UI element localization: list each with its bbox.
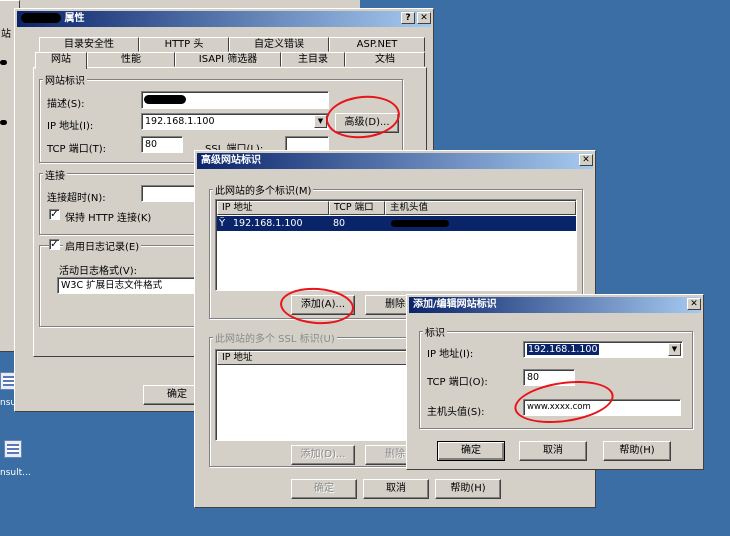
redacted-description (144, 95, 186, 104)
enable-logging-checkbox[interactable]: ✓ (49, 239, 60, 250)
advanced-help-button[interactable]: 帮助(H) (435, 479, 501, 499)
multi-identity-group-label: 此网站的多个标识(M) (213, 182, 314, 197)
ssl-identity-group-label: 此网站的多个 SSL 标识(U) (213, 330, 337, 345)
close-icon[interactable]: ✕ (417, 12, 431, 24)
identity-list[interactable]: IP 地址 TCP 端口 主机头值 Ÿ 192.168.1.100 80 (215, 199, 577, 291)
enable-logging-label: 启用日志记录(E) (63, 238, 142, 253)
column-header-ip[interactable]: IP 地址 (217, 201, 329, 215)
redacted-site-name (21, 13, 61, 23)
network-icon: Ÿ (219, 218, 226, 229)
tab-isapi-filters[interactable]: ISAPI 筛选器 (175, 52, 281, 67)
edit-ip-label: IP 地址(I): (427, 349, 474, 360)
keepalive-label: 保持 HTTP 连接(K) (65, 213, 152, 224)
edit-identification-dialog: 添加/编辑网站标识 ✕ 标识 IP 地址(I): 192.168.1.100 ▼… (406, 294, 704, 470)
table-row[interactable]: Ÿ 192.168.1.100 80 (217, 216, 576, 231)
column-header-host[interactable]: 主机头值 (385, 201, 576, 215)
redacted-host-header (391, 220, 449, 227)
background-window-edge-text: 站 (1, 29, 11, 40)
column-header-port[interactable]: TCP 端口 (329, 201, 385, 215)
edit-tcp-label: TCP 端口(O): (427, 377, 488, 388)
advanced-ok-button[interactable]: 确定 (291, 479, 357, 499)
connection-timeout-label: 连接超时(N): (47, 193, 106, 204)
advanced-dialog-close-icon[interactable]: ✕ (579, 154, 593, 166)
desktop-file-label-2: nsult... (0, 468, 31, 478)
log-format-label: 活动日志格式(V): (59, 266, 138, 277)
row-ip: 192.168.1.100 (233, 218, 303, 229)
edit-dialog-close-icon[interactable]: ✕ (687, 298, 701, 310)
row-port: 80 (333, 218, 346, 229)
log-format-select[interactable]: W3C 扩展日志文件格式 (57, 277, 203, 294)
tab-aspnet[interactable]: ASP.NET (329, 37, 425, 52)
description-label: 描述(S): (47, 99, 85, 110)
help-icon[interactable]: ? (401, 12, 415, 24)
tab-home-directory[interactable]: 主目录 (281, 52, 345, 67)
tab-http-headers[interactable]: HTTP 头 (139, 37, 229, 52)
connection-group-label: 连接 (43, 167, 67, 182)
edit-dialog-title-bar[interactable]: 添加/编辑网站标识 (409, 297, 701, 313)
edit-help-button[interactable]: 帮助(H) (603, 441, 671, 461)
properties-title: 属性 (64, 13, 85, 24)
edit-cancel-button[interactable]: 取消 (519, 441, 587, 461)
ssl-add-button[interactable]: 添加(D)... (291, 445, 355, 465)
edit-ip-chevron-down-icon[interactable]: ▼ (668, 343, 681, 356)
ip-address-value: 192.168.1.100 (145, 116, 215, 127)
tab-website[interactable]: 网站 (35, 52, 87, 69)
keepalive-checkbox[interactable]: ✓ (49, 209, 60, 220)
advanced-cancel-button[interactable]: 取消 (363, 479, 429, 499)
ip-address-label: IP 地址(I): (47, 121, 94, 132)
host-header-label: 主机头值(S): (427, 407, 485, 418)
edit-ip-value: 192.168.1.100 (527, 344, 599, 355)
tcp-port-label: TCP 端口(T): (47, 144, 106, 155)
ip-address-select[interactable]: 192.168.1.100 ▼ (141, 113, 329, 130)
tab-directory-security[interactable]: 目录安全性 (39, 37, 139, 52)
properties-title-bar[interactable]: 属性 (17, 11, 431, 27)
identification-group-label: 标识 (423, 324, 447, 339)
background-window-black-marks (0, 60, 8, 130)
edit-ip-select[interactable]: 192.168.1.100 ▼ (523, 341, 683, 358)
connection-timeout-field[interactable] (141, 185, 201, 202)
advanced-dialog-title-bar[interactable]: 高级网站标识 (197, 153, 593, 169)
tab-custom-errors[interactable]: 自定义错误 (229, 37, 329, 52)
chevron-down-icon[interactable]: ▼ (314, 115, 327, 128)
edit-ok-button[interactable]: 确定 (437, 441, 505, 461)
tab-documents[interactable]: 文档 (345, 52, 425, 67)
tcp-port-field[interactable]: 80 (141, 136, 183, 153)
description-field[interactable] (141, 91, 329, 109)
tab-performance[interactable]: 性能 (87, 52, 175, 67)
site-identity-group-label: 网站标识 (43, 72, 87, 87)
desktop-file-icon-2[interactable] (4, 440, 22, 458)
